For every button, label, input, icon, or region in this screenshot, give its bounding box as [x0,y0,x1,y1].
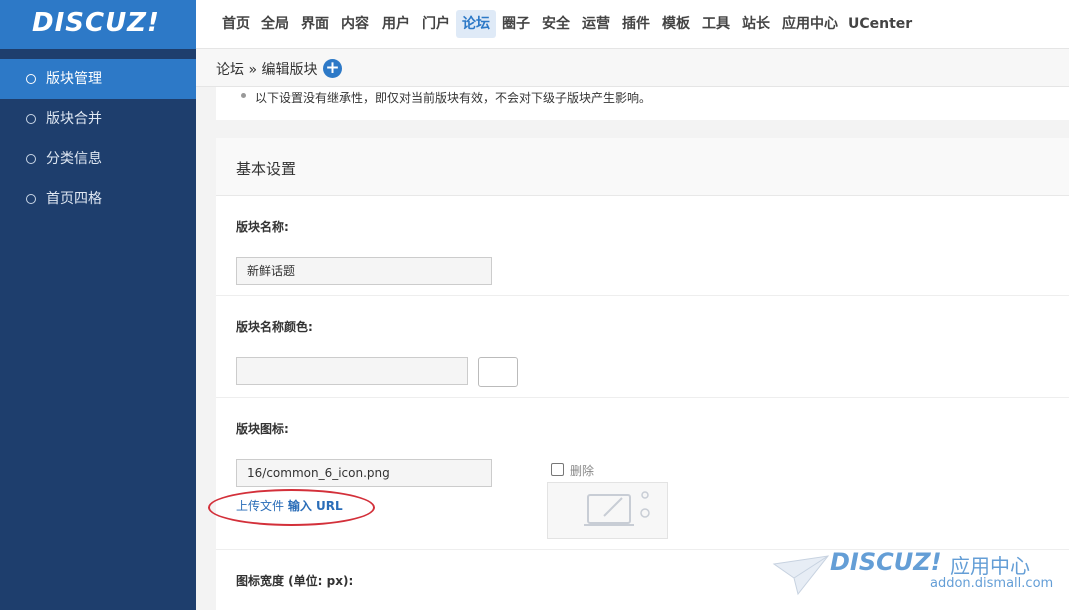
sidebar: 版块管理 版块合并 分类信息 首页四格 [0,49,196,610]
circle-icon [26,154,36,164]
nav-admin[interactable]: 站长 [736,10,776,38]
image-placeholder-icon [584,491,650,526]
settings-panel: 基本设置 版块名称: 新鲜话题 版块名称颜色: 版块图标: 16/common_… [216,138,1069,610]
watermark-brand: DISCUZ! [830,548,942,576]
forum-name-input[interactable]: 新鲜话题 [236,257,492,285]
circle-icon [26,74,36,84]
bullet-icon [241,93,246,98]
nav-users[interactable]: 用户 [376,10,416,38]
watermark-domain: addon.dismall.com [930,576,1054,591]
sidebar-item-label: 版块管理 [46,71,102,87]
nav-portal[interactable]: 门户 [416,10,456,38]
nav-tools[interactable]: 工具 [696,10,736,38]
breadcrumb-bar: 论坛 » 编辑版块 + [196,49,1069,87]
watermark: DISCUZ! 应用中心 addon.dismall.com [770,548,1069,610]
nav-plugins[interactable]: 插件 [616,10,656,38]
sidebar-item-label: 版块合并 [46,111,102,127]
nav-ucenter[interactable]: UCenter [842,10,918,38]
forum-icon-input[interactable]: 16/common_6_icon.png [236,459,492,487]
forum-name-color-input[interactable] [236,357,468,385]
nav-forum[interactable]: 论坛 [456,10,496,38]
forum-name-label: 版块名称: [236,220,289,234]
paper-plane-icon [772,555,830,596]
notice-box: 以下设置没有继承性，即仅对当前版块有效，不会对下级子版块产生影响。 [216,87,1069,120]
sidebar-item-forum-management[interactable]: 版块管理 [0,59,196,99]
annotation-ellipse [208,489,375,526]
nav-app-center[interactable]: 应用中心 [776,10,844,38]
sidebar-item-label: 首页四格 [46,191,102,207]
icon-width-label: 图标宽度 (单位: px): [236,574,354,588]
sidebar-item-label: 分类信息 [46,151,102,167]
color-picker-button[interactable] [478,357,518,387]
nav-home[interactable]: 首页 [216,10,256,38]
panel-header: 基本设置 [216,138,1069,196]
divider [216,295,1069,296]
nav-groups[interactable]: 圈子 [496,10,536,38]
breadcrumb: 论坛 » 编辑版块 [216,62,318,78]
nav-global[interactable]: 全局 [255,10,295,38]
divider [216,397,1069,398]
top-nav: 首页 全局 界面 内容 用户 门户 论坛 圈子 安全 运营 插件 模板 工具 站… [196,0,1069,49]
delete-icon-checkbox[interactable] [551,463,564,476]
nav-interface[interactable]: 界面 [295,10,335,38]
logo-area: DISCUZ! [0,0,196,49]
forum-icon-label: 版块图标: [236,422,289,436]
nav-operations[interactable]: 运营 [576,10,616,38]
panel-title: 基本设置 [236,160,297,178]
plus-circle-icon[interactable]: + [323,59,342,78]
nav-templates[interactable]: 模板 [656,10,696,38]
sidebar-item-category-info[interactable]: 分类信息 [0,139,196,179]
nav-security[interactable]: 安全 [536,10,576,38]
circle-icon [26,194,36,204]
watermark-cn: 应用中心 [950,554,1030,578]
sidebar-item-home-grid[interactable]: 首页四格 [0,179,196,219]
circle-icon [26,114,36,124]
delete-label: 删除 [570,464,595,478]
forum-name-color-label: 版块名称颜色: [236,320,313,334]
discuz-logo[interactable]: DISCUZ! [32,8,160,38]
notice-text: 以下设置没有继承性，即仅对当前版块有效，不会对下级子版块产生影响。 [255,91,652,105]
nav-content[interactable]: 内容 [335,10,375,38]
sidebar-item-forum-merge[interactable]: 版块合并 [0,99,196,139]
icon-preview [547,482,668,539]
